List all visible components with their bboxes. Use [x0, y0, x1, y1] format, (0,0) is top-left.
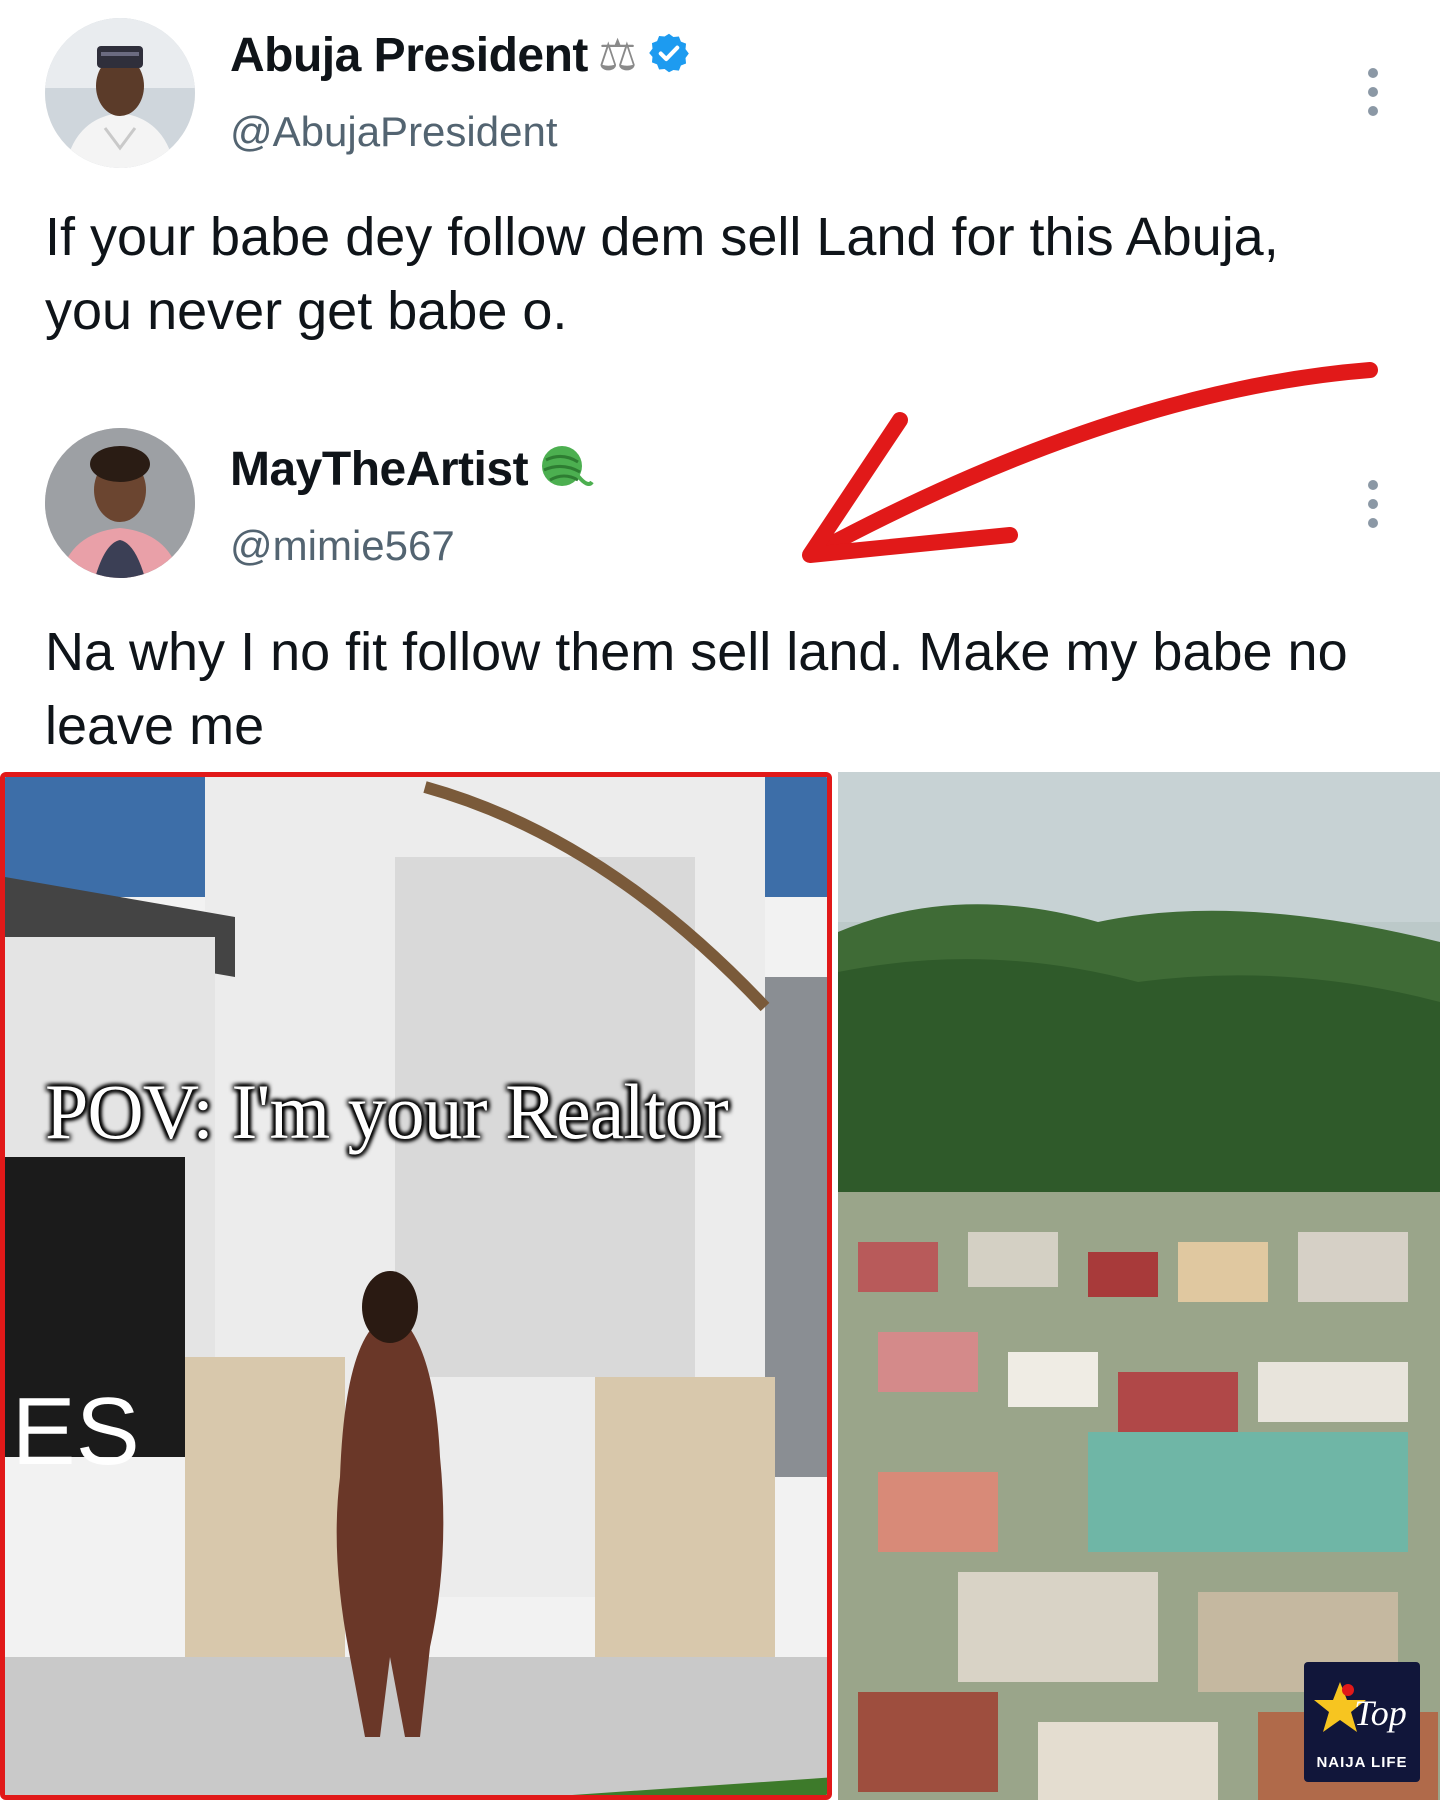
- author-handle[interactable]: @AbujaPresident: [230, 108, 558, 156]
- tweet-text: If your babe dey follow dem sell Land fo…: [45, 207, 1279, 341]
- more-dot: [1368, 106, 1378, 116]
- avatar-abuja-president[interactable]: [45, 18, 195, 168]
- more-options-icon[interactable]: [1368, 68, 1378, 116]
- tweet-text: Na why I no fit follow them sell land. M…: [45, 622, 1348, 756]
- avatar-maytheartist[interactable]: [45, 428, 195, 578]
- tweet-reply[interactable]: MayTheArtist @mimie567 Na why I no fit f…: [0, 410, 1440, 770]
- avatar-image: [45, 18, 195, 168]
- author-display-name[interactable]: MayTheArtist: [230, 442, 529, 497]
- realtor-scene: [5, 777, 827, 1795]
- verified-badge-icon: [647, 31, 691, 80]
- media-grid: POV: I'm your Realtor IES Top NAIJA LIFE: [0, 772, 1440, 1800]
- logo-bottom-text: NAIJA LIFE: [1316, 1754, 1408, 1771]
- more-dot: [1368, 68, 1378, 78]
- avatar-image: [45, 428, 195, 578]
- author-handle[interactable]: @mimie567: [230, 522, 455, 570]
- sign-fragment: IES: [0, 1378, 140, 1485]
- more-options-icon[interactable]: [1368, 480, 1378, 528]
- author-name-row: MayTheArtist: [230, 442, 594, 497]
- more-dot: [1368, 87, 1378, 97]
- abuja-cityscape: [838, 772, 1440, 1800]
- more-dot: [1368, 480, 1378, 490]
- author-name-row: Abuja President ⚖: [230, 28, 691, 83]
- more-dot: [1368, 499, 1378, 509]
- author-display-name[interactable]: Abuja President: [230, 28, 588, 83]
- tweet-primary[interactable]: Abuja President ⚖ @AbujaPresident If you…: [0, 0, 1440, 380]
- media-left-video[interactable]: POV: I'm your Realtor IES: [0, 772, 832, 1800]
- more-dot: [1368, 518, 1378, 528]
- video-caption: POV: I'm your Realtor: [45, 1068, 729, 1155]
- yarn-ball-icon: [538, 442, 594, 497]
- media-right-photo[interactable]: Top NAIJA LIFE: [838, 772, 1440, 1800]
- top-naija-life-logo: Top NAIJA LIFE: [1304, 1662, 1420, 1782]
- logo-top-text: Top: [1354, 1693, 1407, 1733]
- scales-emoji-icon: ⚖: [597, 31, 638, 80]
